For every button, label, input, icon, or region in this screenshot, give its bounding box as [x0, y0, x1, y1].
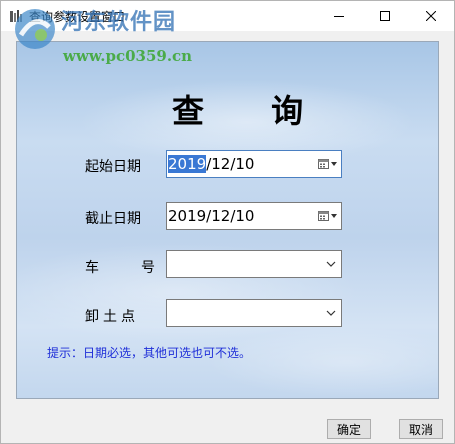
- start-date-value[interactable]: 2019/12/10: [168, 155, 254, 173]
- car-number-dropdown-button[interactable]: [324, 257, 338, 271]
- watermark-logo-icon: [15, 9, 55, 49]
- watermark-brand: 河东软件园: [61, 9, 177, 35]
- cancel-button[interactable]: 取消: [399, 419, 443, 439]
- chevron-down-icon: [326, 310, 336, 316]
- maximize-button[interactable]: [362, 1, 408, 31]
- minimize-button[interactable]: [316, 1, 362, 31]
- watermark-url: www.pc0359.cn: [63, 47, 193, 65]
- car-number-label-part-b: 号: [141, 260, 155, 276]
- close-icon: [426, 11, 436, 21]
- start-date-selected-year: 2019: [168, 155, 207, 173]
- calendar-icon: [318, 159, 337, 169]
- calendar-dropdown-button[interactable]: [317, 208, 339, 224]
- ok-button[interactable]: 确定: [327, 419, 371, 439]
- start-date-rest: /12/10: [206, 155, 255, 173]
- calendar-dropdown-button[interactable]: [317, 156, 339, 172]
- car-number-label-part-a: 车: [85, 260, 99, 276]
- car-number-select[interactable]: [166, 250, 342, 278]
- start-date-picker[interactable]: 2019/12/10: [166, 150, 342, 178]
- hint-text: 提示：日期必选，其他可选也可不选。: [47, 346, 252, 360]
- page-title: 查 询: [172, 92, 332, 130]
- maximize-icon: [380, 11, 390, 21]
- calendar-icon: [318, 211, 337, 221]
- car-number-label: 车 号: [85, 257, 155, 277]
- dialog-window: 查询参数设置窗口 查 询 起始日期 2019/12/10 截止日期 2019/1…: [0, 0, 455, 444]
- unload-point-dropdown-button[interactable]: [324, 306, 338, 320]
- chevron-down-icon: [326, 261, 336, 267]
- end-date-picker[interactable]: 2019/12/10: [166, 202, 342, 230]
- end-date-value[interactable]: 2019/12/10: [168, 207, 254, 225]
- unload-point-label: 卸土点: [85, 309, 139, 325]
- close-button[interactable]: [408, 1, 454, 31]
- query-panel: 查 询 起始日期 2019/12/10 截止日期 2019/12/10 车 号 …: [16, 41, 439, 399]
- minimize-icon: [334, 16, 344, 17]
- start-date-label: 起始日期: [85, 159, 141, 175]
- end-date-label: 截止日期: [85, 211, 141, 227]
- unload-point-select[interactable]: [166, 299, 342, 327]
